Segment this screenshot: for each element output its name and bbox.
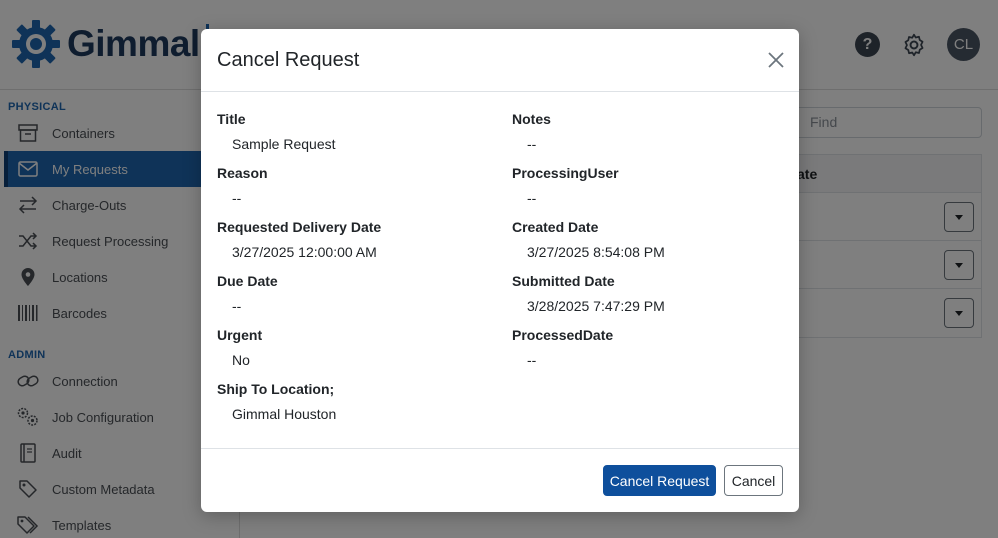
confirm-cancel-request-button[interactable]: Cancel Request — [603, 465, 716, 496]
field-title: Title Sample Request — [217, 109, 497, 154]
modal-footer: Cancel Request Cancel — [201, 448, 799, 512]
field-label: Submitted Date — [512, 273, 615, 289]
field-label: ProcessingUser — [512, 165, 619, 181]
field-label: Reason — [217, 165, 268, 181]
field-value: -- — [527, 136, 537, 152]
field-submitted-date: Submitted Date 3/28/2025 7:47:29 PM — [512, 271, 792, 316]
field-value: Sample Request — [232, 136, 336, 152]
field-requested-delivery-date: Requested Delivery Date 3/27/2025 12:00:… — [217, 217, 497, 262]
field-value: Gimmal Houston — [232, 406, 337, 422]
field-value: 3/28/2025 7:47:29 PM — [527, 298, 665, 314]
field-value: -- — [232, 190, 242, 206]
field-label: Title — [217, 111, 246, 127]
field-label: ProcessedDate — [512, 327, 614, 343]
field-label: Due Date — [217, 273, 278, 289]
field-notes: Notes -- — [512, 109, 792, 154]
field-value: -- — [527, 190, 537, 206]
close-icon[interactable] — [767, 51, 785, 69]
field-label: Notes — [512, 111, 551, 127]
field-value: No — [232, 352, 250, 368]
modal-header: Cancel Request — [201, 29, 799, 92]
field-label: Ship To Location; — [217, 381, 335, 397]
field-value: -- — [527, 352, 537, 368]
field-due-date: Due Date -- — [217, 271, 497, 316]
cancel-request-dialog: Cancel Request Title Sample Request Note… — [201, 29, 799, 512]
cancel-button[interactable]: Cancel — [724, 465, 783, 496]
field-ship-to-location: Ship To Location; Gimmal Houston — [217, 379, 497, 424]
field-processed-date: ProcessedDate -- — [512, 325, 792, 370]
field-reason: Reason -- — [217, 163, 497, 208]
field-label: Created Date — [512, 219, 599, 235]
field-value: -- — [232, 298, 242, 314]
field-label: Urgent — [217, 327, 263, 343]
field-value: 3/27/2025 8:54:08 PM — [527, 244, 665, 260]
field-created-date: Created Date 3/27/2025 8:54:08 PM — [512, 217, 792, 262]
field-urgent: Urgent No — [217, 325, 497, 370]
field-label: Requested Delivery Date — [217, 219, 382, 235]
field-processing-user: ProcessingUser -- — [512, 163, 792, 208]
modal-body: Title Sample Request Notes -- Reason -- … — [201, 92, 799, 449]
field-value: 3/27/2025 12:00:00 AM — [232, 244, 377, 260]
modal-title: Cancel Request — [217, 49, 360, 71]
